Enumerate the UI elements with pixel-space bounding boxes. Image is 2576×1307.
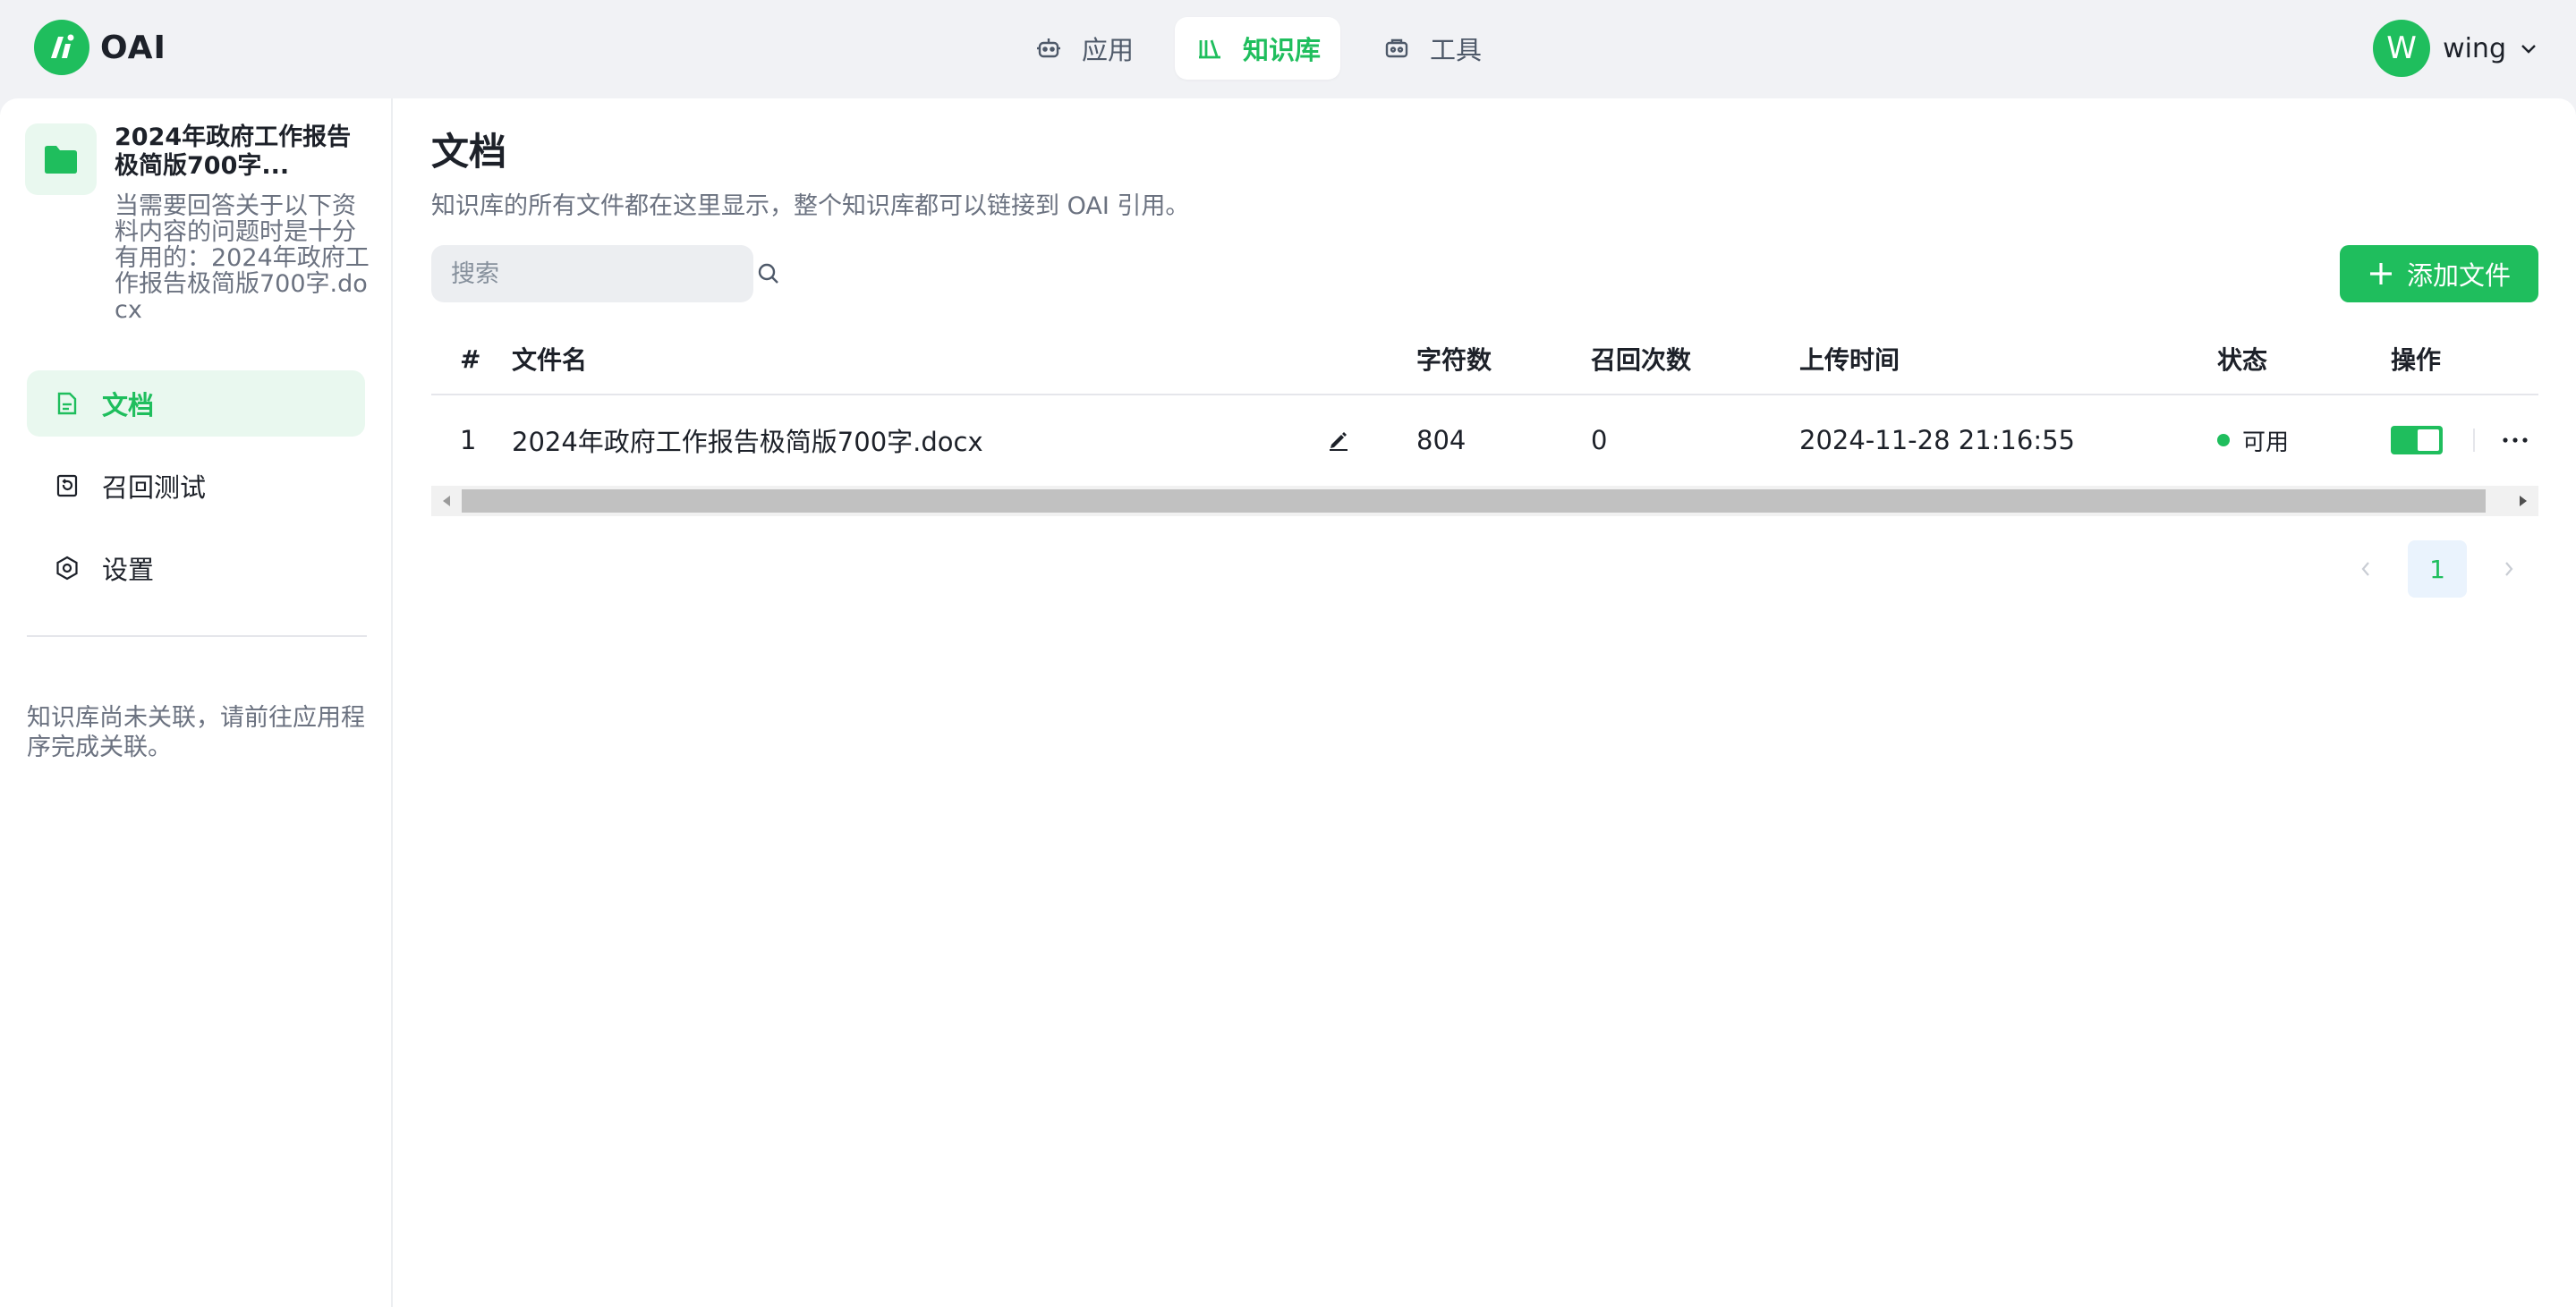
horizontal-scrollbar[interactable] <box>431 486 2538 516</box>
logo-icon <box>34 20 89 75</box>
brand-name: OAI <box>100 29 166 66</box>
row-actions <box>2391 395 2538 485</box>
more-icon[interactable] <box>2502 427 2538 454</box>
avatar: W <box>2373 20 2431 77</box>
toolbox-icon <box>1382 33 1412 64</box>
col-status: 状态 <box>2217 345 2268 375</box>
sidebar-item-label: 设置 <box>102 555 155 585</box>
sidebar-item-recall-test[interactable]: 召回测试 <box>27 453 365 519</box>
sidebar-menu: 文档 召回测试 设置 <box>27 370 365 617</box>
username: wing <box>2443 32 2506 64</box>
sidebar-divider <box>27 635 367 637</box>
nav-label: 知识库 <box>1243 35 1322 65</box>
page-title: 文档 <box>431 130 507 174</box>
document-icon <box>54 390 81 417</box>
sidebar-item-settings[interactable]: 设置 <box>27 535 365 601</box>
scroll-right-icon[interactable] <box>2508 486 2538 516</box>
prev-page-icon[interactable] <box>2336 540 2395 598</box>
row-index: 1 <box>460 425 477 455</box>
row-filename: 2024年政府工作报告极简版700字.docx <box>512 427 983 457</box>
kb-description: 当需要回答关于以下资料内容的问题时是十分有用的：2024年政府工作报告极简版70… <box>115 192 370 324</box>
col-upload-time: 上传时间 <box>1799 345 1900 375</box>
scrollbar-thumb[interactable] <box>462 489 2486 513</box>
pagination: 1 <box>2336 540 2538 598</box>
table-header: # 文件名 字符数 召回次数 上传时间 状态 操作 <box>431 324 2538 395</box>
col-index: # <box>460 344 481 374</box>
documents-table: # 文件名 字符数 召回次数 上传时间 状态 操作 1 2024年政府工作报告极… <box>431 324 2538 485</box>
col-chars: 字符数 <box>1416 345 1492 375</box>
nav-label: 应用 <box>1082 35 1135 65</box>
page-number[interactable]: 1 <box>2408 540 2467 598</box>
sidebar-item-label: 召回测试 <box>102 472 207 503</box>
add-file-label: 添加文件 <box>2406 260 2511 291</box>
nav-item-knowledge[interactable]: 知识库 <box>1175 17 1341 80</box>
nav-item-apps[interactable]: 应用 <box>1014 17 1153 80</box>
next-page-icon[interactable] <box>2479 540 2538 598</box>
search-icon[interactable] <box>757 260 780 287</box>
edit-icon[interactable] <box>1326 395 1351 485</box>
recall-icon <box>54 472 81 499</box>
sidebar-item-documents[interactable]: 文档 <box>27 370 365 437</box>
kb-link-notice: 知识库尚未关联，请前往应用程序完成关联。 <box>27 704 365 761</box>
settings-icon <box>54 555 81 581</box>
documents-content: 文档 知识库的所有文件都在这里显示，整个知识库都可以链接到 OAI 引用。 添加… <box>431 98 2538 1307</box>
enable-toggle[interactable] <box>2391 426 2443 454</box>
status-dot <box>2217 434 2230 446</box>
add-file-button[interactable]: 添加文件 <box>2340 245 2538 302</box>
top-bar: OAI 应用 知识库 工具 W wing <box>0 0 2576 98</box>
search-box <box>431 245 778 302</box>
col-filename: 文件名 <box>512 345 588 375</box>
toggle-knob <box>2418 429 2439 451</box>
scroll-left-icon[interactable] <box>431 486 462 516</box>
sidebar-item-label: 文档 <box>102 390 155 420</box>
chevron-down-icon <box>2519 38 2540 59</box>
status-badge: 可用 <box>2217 395 2289 485</box>
nav-label: 工具 <box>1430 35 1483 65</box>
main-panel: 2024年政府工作报告极简版700字... 当需要回答关于以下资料内容的问题时是… <box>0 98 2576 1307</box>
books-icon <box>1194 33 1225 64</box>
actions-divider <box>2473 429 2475 452</box>
kb-header: 2024年政府工作报告极简版700字... 当需要回答关于以下资料内容的问题时是… <box>25 123 370 323</box>
nav-item-tools[interactable]: 工具 <box>1362 17 1501 80</box>
plus-icon <box>2368 260 2394 287</box>
row-chars: 804 <box>1416 425 1467 455</box>
status-text: 可用 <box>2242 429 2290 456</box>
kb-name: 2024年政府工作报告极简版700字... <box>115 123 352 180</box>
page-subtitle: 知识库的所有文件都在这里显示，整个知识库都可以链接到 OAI 引用。 <box>431 192 1190 220</box>
row-recall-count: 0 <box>1591 425 1608 455</box>
search-input[interactable] <box>451 259 757 288</box>
col-actions: 操作 <box>2391 345 2442 375</box>
robot-icon <box>1033 33 1064 64</box>
sidebar: 2024年政府工作报告极简版700字... 当需要回答关于以下资料内容的问题时是… <box>0 98 393 1307</box>
folder-icon <box>25 123 97 195</box>
row-upload-time: 2024-11-28 21:16:55 <box>1799 425 2075 455</box>
table-row[interactable]: 1 2024年政府工作报告极简版700字.docx 804 0 2024-11-… <box>431 395 2538 485</box>
user-menu[interactable]: W wing <box>2373 20 2540 77</box>
logo[interactable]: OAI <box>34 20 166 75</box>
main-nav: 应用 知识库 工具 <box>1014 17 1523 80</box>
col-recall-count: 召回次数 <box>1591 345 1692 375</box>
